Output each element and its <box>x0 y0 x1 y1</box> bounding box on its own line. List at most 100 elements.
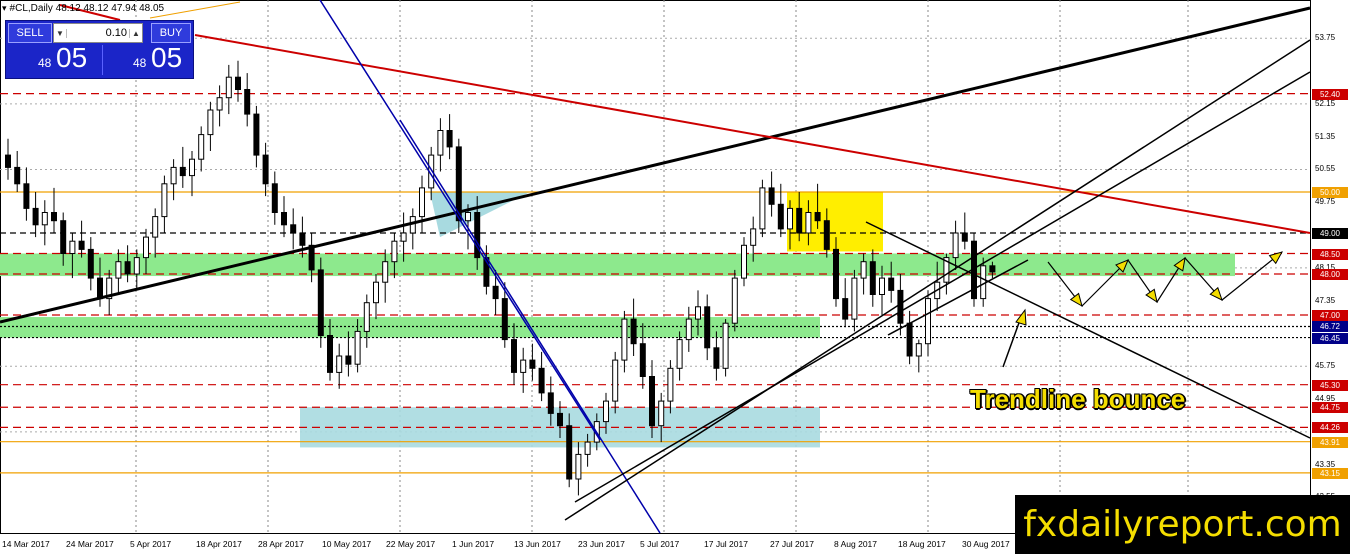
price-level-tag: 43.15 <box>1312 467 1348 479</box>
lot-increase-icon[interactable]: ▲ <box>129 28 142 38</box>
candle-body <box>5 154 11 168</box>
candle-body <box>952 232 959 259</box>
date-axis-label: 8 Aug 2017 <box>834 539 878 549</box>
date-axis-label: 27 Jul 2017 <box>770 539 814 549</box>
candle-body <box>529 359 536 369</box>
candle-body <box>391 240 398 263</box>
projection-arrow-head <box>1145 288 1158 304</box>
price-level-tag: 49.00 <box>1312 228 1348 239</box>
resistance-trend-line <box>194 34 1311 234</box>
candle-body <box>115 261 122 279</box>
candle-body <box>520 359 527 373</box>
price-axis-label: 49.75 <box>1315 197 1336 207</box>
candle-body <box>805 212 812 234</box>
candle-body <box>667 367 674 402</box>
candle-body <box>179 166 186 177</box>
price-level-tag: 44.75 <box>1312 402 1348 414</box>
price-axis-label: 45.75 <box>1315 361 1336 371</box>
candle-body <box>124 261 131 275</box>
trendline-bounce-annotation: Trendline bounce <box>970 384 1186 414</box>
price-axis-label: 47.35 <box>1315 295 1336 305</box>
candle-body <box>713 347 720 369</box>
candle-body <box>685 318 692 341</box>
price-axis-label: 52.15 <box>1315 98 1336 108</box>
buy-button[interactable]: BUY <box>151 23 191 43</box>
candle-body <box>860 261 867 279</box>
candle-body <box>814 212 821 222</box>
candle-body <box>60 220 67 254</box>
chart-symbol-icon: ▾ <box>2 3 7 13</box>
candle-body <box>823 220 830 250</box>
candle-body <box>731 277 738 324</box>
candle-body <box>796 207 803 234</box>
pointer-arrow-head <box>1015 308 1027 326</box>
lot-size-stepper[interactable]: ▼ 0.10 ▲ <box>53 23 143 43</box>
candle-body <box>833 248 839 300</box>
price-level-tag: 44.26 <box>1312 422 1348 434</box>
projection-arrow-head <box>1069 292 1083 308</box>
candle-body <box>345 355 352 365</box>
candle-body <box>492 285 499 300</box>
candle-body <box>722 322 729 369</box>
candle-body <box>547 392 554 414</box>
candle-body <box>584 441 591 455</box>
candle-body <box>603 400 609 423</box>
candle-body <box>69 240 76 254</box>
candle-body <box>649 376 655 427</box>
price-axis-label: 51.35 <box>1315 131 1336 141</box>
price-level-tag: 46.72 <box>1312 321 1348 333</box>
candle-body <box>906 322 913 357</box>
candle-body <box>207 109 214 136</box>
candle-body <box>446 130 453 148</box>
candle-body <box>759 187 766 230</box>
candle-body <box>630 318 637 345</box>
sell-quote-small: 48 <box>38 56 52 70</box>
candle-body <box>612 359 619 402</box>
candle-body <box>23 183 30 209</box>
price-level-tag: 47.00 <box>1312 310 1348 321</box>
candle-body <box>704 306 711 349</box>
candle-body <box>787 207 793 230</box>
candle-body <box>768 187 775 205</box>
candle-body <box>897 289 904 324</box>
price-level-tag: 50.00 <box>1312 187 1348 198</box>
buy-quote-big: 05 <box>151 42 183 73</box>
candle-body <box>14 166 21 185</box>
chart-title-bar: ▾ #CL,Daily 48.12 48.12 47.94 48.05 <box>2 3 164 14</box>
candle-body <box>695 306 701 320</box>
candle-body <box>198 134 205 160</box>
candle-body <box>639 343 646 378</box>
lot-size-input[interactable]: 0.10 <box>67 27 129 39</box>
date-axis-label: 10 May 2017 <box>322 539 372 549</box>
sell-button[interactable]: SELL <box>8 23 52 43</box>
chart-title: #CL,Daily 48.12 48.12 47.94 48.05 <box>9 3 165 14</box>
price-chart[interactable] <box>0 0 1350 554</box>
candle-body <box>925 298 931 345</box>
date-axis-label: 5 Jul 2017 <box>640 539 680 549</box>
candle-body <box>373 281 379 304</box>
candle-body <box>354 330 361 365</box>
candle-body <box>888 277 895 291</box>
lot-decrease-icon[interactable]: ▼ <box>54 28 67 38</box>
buy-quote[interactable]: 48 05 <box>102 42 194 75</box>
date-axis-label: 30 Aug 2017 <box>962 539 1010 549</box>
candle-body <box>851 277 858 320</box>
candle-body <box>750 228 757 246</box>
candle-body <box>842 298 849 320</box>
candle-body <box>658 400 665 427</box>
date-axis-label: 28 Apr 2017 <box>258 539 304 549</box>
sell-quote[interactable]: 48 05 <box>8 42 99 75</box>
candle-body <box>511 339 517 373</box>
candle-body <box>777 203 784 230</box>
candle-body <box>78 240 85 250</box>
candle-body <box>51 212 57 222</box>
projection-arrow-head <box>1268 251 1284 265</box>
candle-body <box>225 76 232 99</box>
candle-body <box>437 130 444 156</box>
candle-body <box>327 335 333 373</box>
price-level-tag: 45.30 <box>1312 379 1348 391</box>
channel-line-upper <box>319 0 601 441</box>
price-level-tag: 43.91 <box>1312 436 1348 448</box>
price-level-tag: 46.45 <box>1312 332 1348 344</box>
candle-body <box>419 187 425 218</box>
